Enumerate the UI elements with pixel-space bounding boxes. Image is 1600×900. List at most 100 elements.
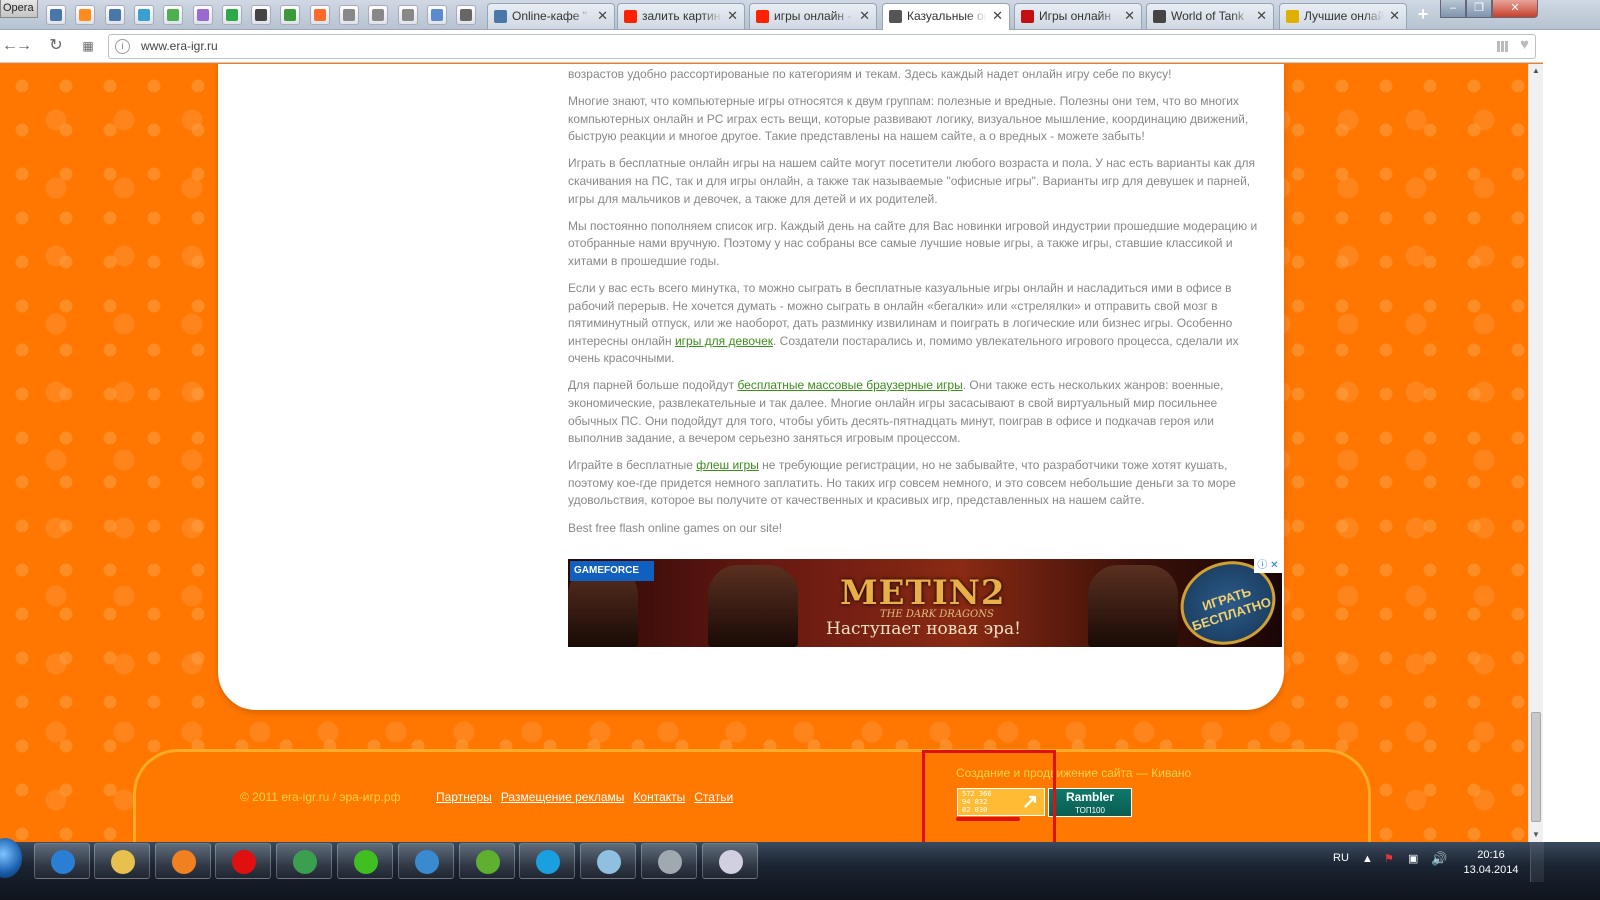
tab-close-icon[interactable]: ✕ bbox=[859, 4, 870, 28]
browser-tab[interactable]: залить картин ✕ bbox=[617, 3, 745, 29]
quick-link-icon[interactable] bbox=[251, 5, 272, 25]
minimize-button[interactable]: – bbox=[1440, 0, 1466, 18]
quick-link-icon[interactable] bbox=[104, 5, 125, 25]
article-paragraph: Мы постоянно пополняем список игр. Кажды… bbox=[568, 218, 1258, 268]
quick-link-icon[interactable] bbox=[75, 5, 96, 25]
taskbar-app-ie[interactable] bbox=[34, 843, 90, 879]
network-icon[interactable]: ▣ bbox=[1408, 852, 1418, 865]
quick-link-icon[interactable] bbox=[368, 5, 389, 25]
taskbar-app-icq[interactable] bbox=[337, 843, 393, 879]
article-link[interactable]: игры для девочек bbox=[675, 334, 773, 348]
browser-tab[interactable]: Лучшие онлай ✕ bbox=[1279, 3, 1407, 29]
browser-tab[interactable]: игры онлайн - ✕ bbox=[749, 3, 877, 29]
browser-tab[interactable]: Казуальные он ✕ bbox=[882, 3, 1010, 30]
quick-link-favicon bbox=[255, 9, 268, 21]
scroll-down-icon[interactable]: ▼ bbox=[1529, 828, 1543, 842]
footer-link[interactable]: Партнеры bbox=[436, 790, 492, 804]
speed-dial-icon[interactable]: ▦ bbox=[78, 36, 98, 56]
messenger-icon bbox=[415, 850, 439, 874]
ad-banner[interactable]: GAMEFORCE METIN2 THE DARK DRAGONS Наступ… bbox=[568, 559, 1282, 647]
opera-menu-button[interactable]: Opera bbox=[0, 0, 38, 18]
taskbar-app-skype[interactable] bbox=[519, 843, 575, 879]
article-link[interactable]: флеш игры bbox=[696, 458, 759, 472]
taskbar-app-explorer[interactable] bbox=[94, 843, 150, 879]
action-center-icon[interactable]: ⚑ bbox=[1384, 852, 1394, 865]
rambler-name: Rambler bbox=[1065, 790, 1115, 804]
explorer-icon bbox=[111, 850, 135, 874]
browser-tab[interactable]: Игры онлайн ✕ bbox=[1014, 3, 1142, 29]
quick-link-icon[interactable] bbox=[456, 5, 477, 25]
quick-link-favicon bbox=[108, 9, 121, 21]
article-paragraph: Играть в бесплатные онлайн игры на нашем… bbox=[568, 156, 1255, 206]
show-desktop-button[interactable] bbox=[1530, 842, 1544, 882]
tab-close-icon[interactable]: ✕ bbox=[727, 4, 738, 28]
rambler-top100-badge[interactable]: Rambler ТОП100 bbox=[1048, 788, 1132, 817]
url-text[interactable]: www.era-igr.ru bbox=[141, 35, 218, 58]
reload-icon[interactable]: ↻ bbox=[46, 36, 66, 56]
quick-link-icon[interactable] bbox=[163, 5, 184, 25]
taskbar-app-utorrent[interactable] bbox=[459, 843, 515, 879]
site-info-icon[interactable]: i bbox=[115, 39, 130, 54]
quick-link-icon[interactable] bbox=[426, 5, 447, 25]
ad-choices-icon[interactable]: ⓘ ✕ bbox=[1254, 559, 1282, 573]
windows-taskbar: RU ▲ ⚑ ▣ 🔊 20:16 13.04.2014 bbox=[0, 838, 1600, 900]
tab-favicon bbox=[1021, 10, 1034, 23]
browser-tab[interactable]: World of Tank ✕ bbox=[1146, 3, 1274, 29]
tab-close-icon[interactable]: ✕ bbox=[1256, 4, 1267, 28]
taskbar-app-opera[interactable] bbox=[215, 843, 271, 879]
tab-close-icon[interactable]: ✕ bbox=[597, 4, 608, 28]
system-clock[interactable]: 20:16 13.04.2014 bbox=[1460, 848, 1522, 878]
language-indicator[interactable]: RU bbox=[1333, 852, 1349, 864]
taskbar-app-notes[interactable] bbox=[580, 843, 636, 879]
browser-tab[interactable]: Online-кафе " ✕ bbox=[487, 3, 615, 29]
close-window-button[interactable]: ✕ bbox=[1492, 0, 1538, 18]
quick-link-icon[interactable] bbox=[280, 5, 301, 25]
window-edge bbox=[1543, 30, 1600, 842]
taskbar-app-paint[interactable] bbox=[702, 843, 758, 879]
page-viewport: возрастов удобно рассортированые по кате… bbox=[0, 64, 1528, 842]
quick-link-icon[interactable] bbox=[192, 5, 213, 25]
quick-link-icon[interactable] bbox=[221, 5, 242, 25]
footer-link[interactable]: Размещение рекламы bbox=[501, 790, 625, 804]
tray-expand-icon[interactable]: ▲ bbox=[1362, 853, 1373, 865]
article-paragraph: Играйте в бесплатные флеш игры не требую… bbox=[568, 458, 1236, 508]
extensions-grid-icon[interactable] bbox=[1497, 41, 1509, 52]
tab-label: Казуальные он bbox=[907, 9, 987, 23]
banner-character-image bbox=[1088, 565, 1178, 647]
volume-icon[interactable]: 🔊 bbox=[1431, 851, 1447, 867]
footer-links: Партнеры Размещение рекламы Контакты Статьи bbox=[436, 790, 742, 804]
article-link[interactable]: бесплатные массовые браузерные игры bbox=[737, 378, 962, 392]
rambler-top-label: ТОП100 bbox=[1075, 806, 1105, 815]
maximize-button[interactable]: ❐ bbox=[1466, 0, 1492, 18]
quick-link-favicon bbox=[401, 9, 414, 21]
taskbar-app-media-player[interactable] bbox=[155, 843, 211, 879]
taskbar-app-calculator[interactable] bbox=[641, 843, 697, 879]
quick-link-icon[interactable] bbox=[46, 5, 66, 25]
quick-link-icon[interactable] bbox=[309, 5, 330, 25]
tab-favicon bbox=[889, 10, 902, 23]
quick-link-favicon bbox=[137, 9, 150, 21]
vertical-scrollbar[interactable]: ▲ ▼ bbox=[1528, 64, 1543, 842]
bookmark-heart-icon[interactable]: ♥ bbox=[1520, 36, 1529, 53]
forward-arrow-icon[interactable]: → bbox=[14, 36, 34, 56]
quick-link-icon[interactable] bbox=[133, 5, 154, 25]
tab-close-icon[interactable]: ✕ bbox=[992, 4, 1003, 28]
quick-link-favicon bbox=[79, 9, 92, 21]
navigation-bar: ← → ↻ ▦ i www.era-igr.ru ♥ bbox=[0, 30, 1600, 63]
footer-link[interactable]: Контакты bbox=[633, 790, 685, 804]
quick-link-favicon bbox=[225, 9, 238, 21]
start-button-icon[interactable] bbox=[0, 838, 22, 878]
address-bar[interactable]: i www.era-igr.ru ♥ bbox=[108, 34, 1536, 59]
scroll-thumb[interactable] bbox=[1531, 712, 1541, 822]
new-tab-button[interactable]: + bbox=[1413, 5, 1433, 25]
taskbar-app-chrome[interactable] bbox=[276, 843, 332, 879]
taskbar-app-messenger[interactable] bbox=[398, 843, 454, 879]
tab-favicon bbox=[1153, 10, 1166, 23]
quick-link-icon[interactable] bbox=[397, 5, 418, 25]
scroll-up-icon[interactable]: ▲ bbox=[1529, 64, 1543, 78]
footer-link[interactable]: Статьи bbox=[694, 790, 733, 804]
tab-close-icon[interactable]: ✕ bbox=[1124, 4, 1135, 28]
tab-favicon bbox=[1286, 10, 1299, 23]
quick-link-icon[interactable] bbox=[339, 5, 359, 25]
tab-close-icon[interactable]: ✕ bbox=[1389, 4, 1400, 28]
